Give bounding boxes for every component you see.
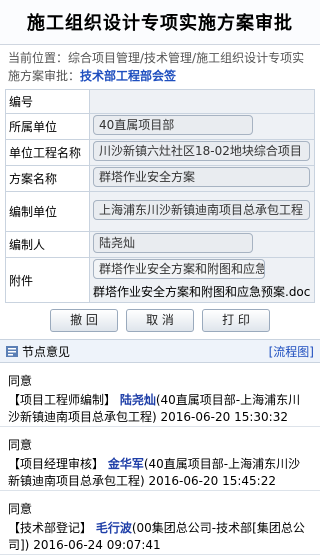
form-value: 川沙新镇六灶社区18-02地块综合项目 bbox=[89, 139, 315, 166]
form-row-number: 编号 bbox=[5, 89, 315, 114]
form-label: 编制人 bbox=[5, 231, 90, 258]
breadcrumb: 当前位置：综合项目管理/技术管理/施工组织设计专项实施方案审批：技术部工程部会签 bbox=[0, 45, 320, 89]
form-row-project: 单位工程名称 川沙新镇六灶社区18-02地块综合项目 bbox=[5, 139, 315, 166]
form-value bbox=[89, 89, 315, 114]
opinion-item: 同意 【技术部登记】 毛行波(00集团总公司-技术部[集团总公司]) 2016-… bbox=[0, 501, 320, 555]
opinion-time: 2016-06-20 15:45:22 bbox=[148, 474, 276, 488]
opinion-status: 同意 bbox=[8, 502, 33, 516]
project-field[interactable]: 川沙新镇六灶社区18-02地块综合项目 bbox=[93, 141, 310, 161]
form-label: 编号 bbox=[5, 89, 90, 114]
breadcrumb-current[interactable]: 技术部工程部会签 bbox=[80, 69, 176, 83]
form-row-scheme: 方案名称 群塔作业安全方案 bbox=[5, 165, 315, 192]
opinion-person: 陆尧灿 bbox=[119, 393, 156, 407]
opinion-status: 同意 bbox=[8, 374, 33, 388]
form-value: 陆尧灿 bbox=[89, 231, 315, 258]
form-row-unit: 所属单位 40直属项目部 bbox=[5, 113, 315, 140]
form-row-org: 编制单位 上海浦东川沙新镇迪南项目总承包工程 bbox=[5, 191, 315, 232]
form-label: 方案名称 bbox=[5, 165, 90, 192]
opinion-person: 金华军 bbox=[107, 457, 144, 471]
form-label: 单位工程名称 bbox=[5, 139, 90, 166]
opinion-body: 【项目工程师编制】 陆尧灿(40直属项目部-上海浦东川沙新镇迪南项目总承包工程)… bbox=[8, 392, 312, 426]
action-buttons: 撤 回 取 消 打 印 bbox=[0, 309, 320, 332]
page-title: 施工组织设计专项实施方案审批 bbox=[27, 13, 293, 34]
scheme-name-field[interactable]: 群塔作业安全方案 bbox=[93, 167, 310, 187]
print-button[interactable]: 打 印 bbox=[202, 309, 270, 332]
opinion-item: 同意 【项目工程师编制】 陆尧灿(40直属项目部-上海浦东川沙新镇迪南项目总承包… bbox=[0, 373, 320, 427]
form-value: 群塔作业安全方案 bbox=[89, 165, 315, 192]
author-field[interactable]: 陆尧灿 bbox=[93, 233, 253, 253]
opinion-header: 节点意见 [流程图] bbox=[0, 339, 320, 363]
opinion-person: 毛行波 bbox=[95, 521, 132, 535]
opinion-body: 【项目经理审核】 金华军(40直属项目部-上海浦东川沙新镇迪南项目总承包工程) … bbox=[8, 456, 312, 490]
form-label: 编制单位 bbox=[5, 191, 90, 232]
unit-field[interactable]: 40直属项目部 bbox=[93, 115, 253, 135]
opinion-time: 2016-06-20 15:30:32 bbox=[160, 410, 288, 424]
approval-form: 编号 所属单位 40直属项目部 单位工程名称 川沙新镇六灶社区18-02地块综合… bbox=[5, 89, 315, 303]
opinion-list: 同意 【项目工程师编制】 陆尧灿(40直属项目部-上海浦东川沙新镇迪南项目总承包… bbox=[0, 373, 320, 555]
form-label: 附件 bbox=[5, 257, 90, 303]
opinion-step: 【技术部登记】 bbox=[8, 521, 93, 535]
form-value: 群塔作业安全方案和附图和应急预案 群塔作业安全方案和附图和应急预案.doc bbox=[89, 257, 315, 303]
opinion-item: 同意 【项目经理审核】 金华军(40直属项目部-上海浦东川沙新镇迪南项目总承包工… bbox=[0, 437, 320, 491]
withdraw-button[interactable]: 撤 回 bbox=[50, 309, 118, 332]
form-row-author: 编制人 陆尧灿 bbox=[5, 231, 315, 258]
cancel-button[interactable]: 取 消 bbox=[126, 309, 194, 332]
form-value: 上海浦东川沙新镇迪南项目总承包工程 bbox=[89, 191, 315, 232]
form-label: 所属单位 bbox=[5, 113, 90, 140]
list-icon bbox=[6, 345, 18, 357]
opinion-title: 节点意见 bbox=[22, 344, 71, 359]
page-title-bar: 施工组织设计专项实施方案审批 bbox=[0, 0, 320, 45]
form-row-attachment: 附件 群塔作业安全方案和附图和应急预案 群塔作业安全方案和附图和应急预案.doc bbox=[5, 257, 315, 303]
org-field[interactable]: 上海浦东川沙新镇迪南项目总承包工程 bbox=[93, 200, 310, 220]
attachment-field[interactable]: 群塔作业安全方案和附图和应急预案 bbox=[93, 259, 265, 279]
flow-chart-link[interactable]: [流程图] bbox=[269, 343, 314, 360]
opinion-step: 【项目经理审核】 bbox=[8, 457, 105, 471]
opinion-body: 【技术部登记】 毛行波(00集团总公司-技术部[集团总公司]) 2016-06-… bbox=[8, 520, 312, 554]
opinion-status: 同意 bbox=[8, 438, 33, 452]
attachment-file-link[interactable]: 群塔作业安全方案和附图和应急预案.doc bbox=[93, 285, 310, 299]
form-value: 40直属项目部 bbox=[89, 113, 315, 140]
opinion-step: 【项目工程师编制】 bbox=[8, 393, 117, 407]
opinion-time: 2016-06-24 09:07:41 bbox=[33, 538, 161, 552]
